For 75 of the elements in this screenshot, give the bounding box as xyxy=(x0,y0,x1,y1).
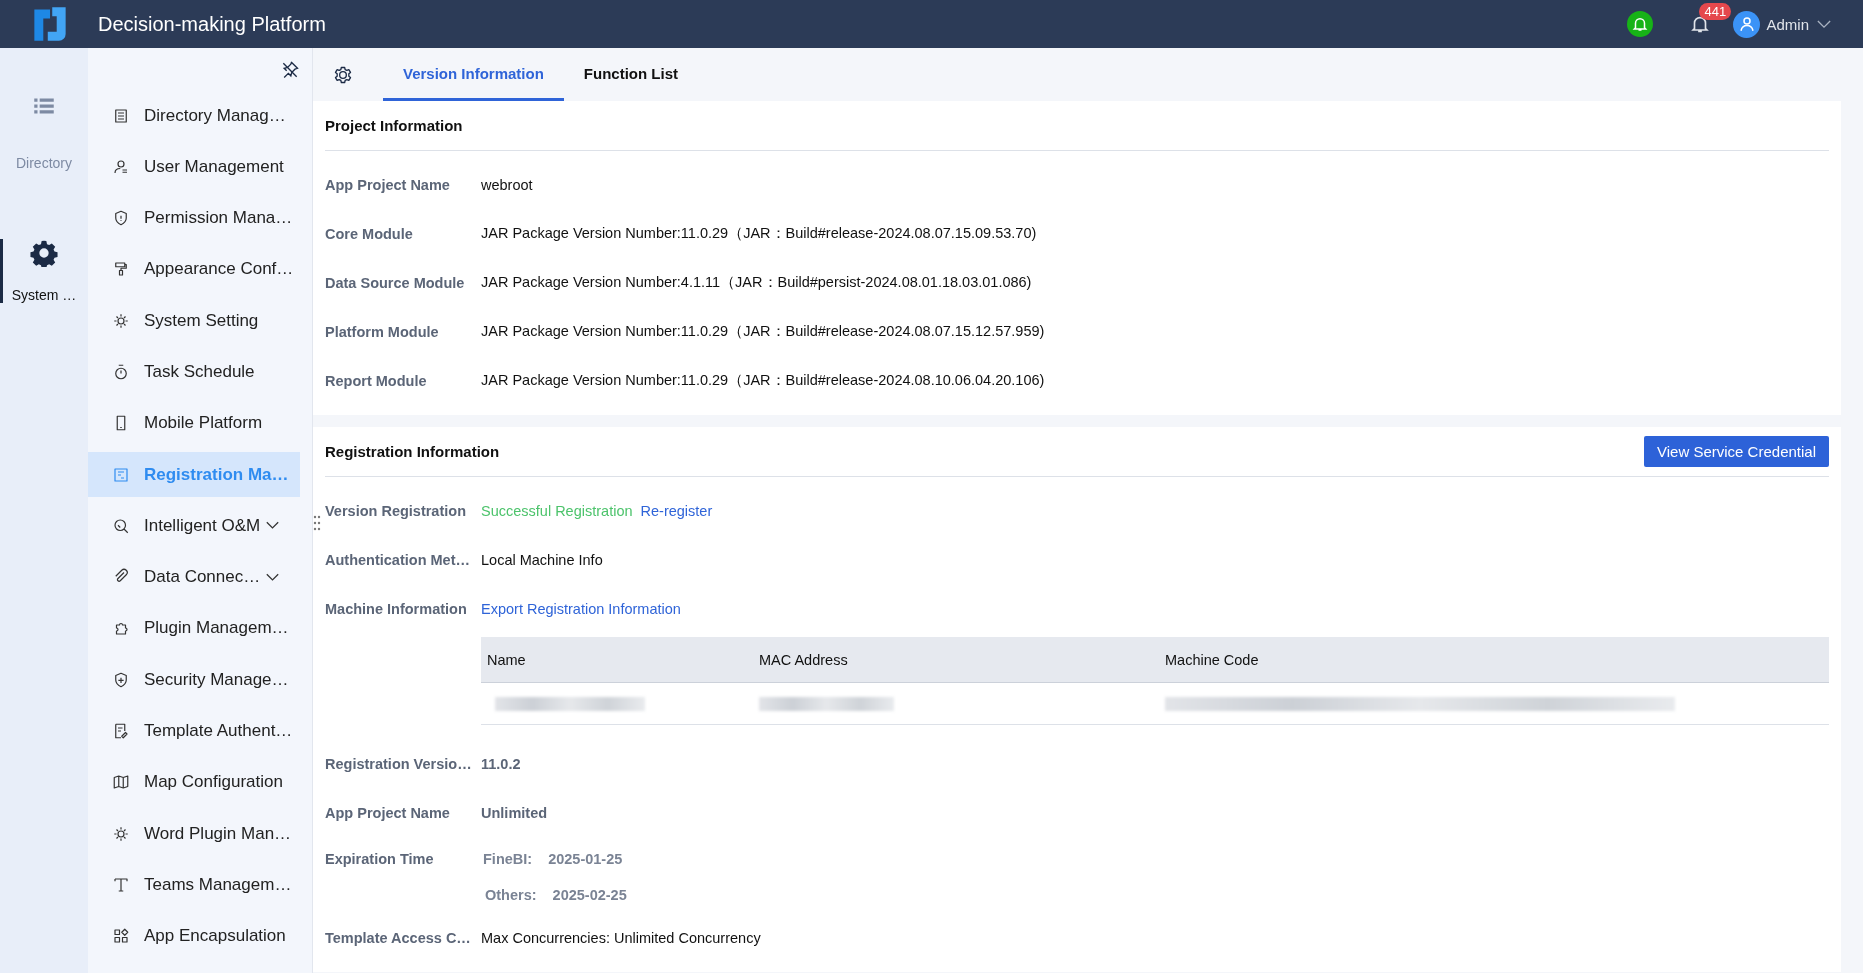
re-register-link[interactable]: Re-register xyxy=(640,502,713,519)
chevron-down-icon[interactable] xyxy=(1817,19,1831,29)
export-link[interactable]: Export Registration Information xyxy=(481,600,681,617)
document-icon xyxy=(112,465,130,484)
document-pen-icon xyxy=(112,722,130,741)
expiry-date: 2025-02-25 xyxy=(552,887,627,903)
field-value: JAR Package Version Number:11.0.29（JAR：Build#release-2024.08.07.15.09.53.70) xyxy=(481,224,1037,243)
logo-icon xyxy=(32,5,68,43)
sidebar-item[interactable]: Appearance Conf… xyxy=(88,246,300,292)
sidebar-item[interactable]: App Encapsulation xyxy=(88,913,300,959)
chevron-down-icon[interactable] xyxy=(266,572,280,582)
column-header: Name xyxy=(486,651,527,668)
sidebar-item[interactable]: System Setting xyxy=(88,298,300,344)
field-label: Platform Module xyxy=(325,323,440,340)
sidebar-item[interactable]: Teams Managem… xyxy=(88,862,300,908)
field-label: Data Source Module xyxy=(325,274,466,291)
field-label: Template Access C… xyxy=(325,929,472,946)
bell-icon xyxy=(1631,15,1650,33)
unpin-icon[interactable] xyxy=(280,60,300,80)
field-value: Max Concurrencies: Unlimited Concurrency xyxy=(481,929,761,946)
field-value: JAR Package Version Number:4.1.11（JAR：Build#persist-2024.08.01.18.03.01.086) xyxy=(481,273,1032,292)
sidebar-item[interactable]: Template Authent… xyxy=(88,708,300,754)
column-header: Machine Code xyxy=(1164,651,1260,668)
sidebar-item[interactable]: Map Configuration xyxy=(88,759,300,805)
section-title: Project Information xyxy=(325,117,463,134)
field-label: App Project Name xyxy=(325,176,451,193)
avatar-icon xyxy=(1733,10,1761,38)
field-value: JAR Package Version Number:11.0.29（JAR：Build#release-2024.08.10.06.04.20.106) xyxy=(481,371,1045,390)
text-icon xyxy=(112,875,130,894)
user-menu[interactable]: Admin xyxy=(1760,15,1817,33)
shield-icon xyxy=(112,209,130,228)
tab[interactable]: Function List xyxy=(563,48,698,101)
sidebar-item[interactable]: Security Manage… xyxy=(88,657,300,703)
user-icon xyxy=(112,157,130,176)
field-value: Unlimited xyxy=(481,804,548,821)
list-icon xyxy=(112,106,130,125)
timer-icon xyxy=(112,363,130,381)
map-icon xyxy=(112,773,130,792)
sidebar-item[interactable]: Mobile Platform xyxy=(88,400,300,446)
field-label: App Project Name xyxy=(325,804,451,821)
field-label: Machine Information xyxy=(325,600,468,617)
sidebar-item[interactable]: User Management xyxy=(88,144,300,190)
product-label: Others: xyxy=(485,887,537,903)
sidebar-item[interactable]: Task Schedule xyxy=(88,349,300,395)
field-label: Expiration Time xyxy=(325,851,435,867)
section-title: Registration Information xyxy=(325,443,500,460)
field-label: Version Registration xyxy=(325,502,467,519)
grid-icon xyxy=(112,927,130,946)
sidebar-item[interactable]: Word Plugin Man… xyxy=(88,811,300,857)
expiry-date: 2025-01-25 xyxy=(548,851,623,867)
app-title: Decision-making Platform xyxy=(98,12,326,36)
field-value: JAR Package Version Number:11.0.29（JAR：Build#release-2024.08.07.15.12.57.959) xyxy=(481,322,1045,341)
field-label: Core Module xyxy=(325,225,414,242)
notification-count: 441 xyxy=(1699,3,1732,20)
magnifier-icon xyxy=(112,516,130,535)
sidebar-item[interactable]: Intelligent O&M xyxy=(88,503,300,549)
sidebar-item[interactable]: Directory Manag… xyxy=(88,93,300,138)
sidebar-item[interactable]: Plugin Managem… xyxy=(88,605,300,651)
field-value: webroot xyxy=(481,176,533,193)
bell-button[interactable] xyxy=(1627,11,1654,37)
status-text: Successful Registration xyxy=(481,502,633,519)
view-credential-button[interactable]: View Service Credential xyxy=(1644,436,1829,467)
sidebar-item[interactable]: Data Connec… xyxy=(88,554,300,600)
field-label: Report Module xyxy=(325,372,428,389)
product-label: FineBI: xyxy=(483,851,533,867)
chevron-down-icon[interactable] xyxy=(266,521,280,531)
field-label: Authentication Met… xyxy=(325,551,471,568)
shield-plus-icon xyxy=(112,670,130,689)
settings-icon[interactable] xyxy=(333,64,353,85)
paint-roller-icon xyxy=(112,260,130,279)
column-header: MAC Address xyxy=(758,651,849,668)
sidebar-item[interactable]: Permission Mana… xyxy=(88,195,300,241)
field-value: Local Machine Info xyxy=(481,551,603,568)
field-label: Registration Versio… xyxy=(325,755,473,772)
field-value: 11.0.2 xyxy=(481,755,521,772)
